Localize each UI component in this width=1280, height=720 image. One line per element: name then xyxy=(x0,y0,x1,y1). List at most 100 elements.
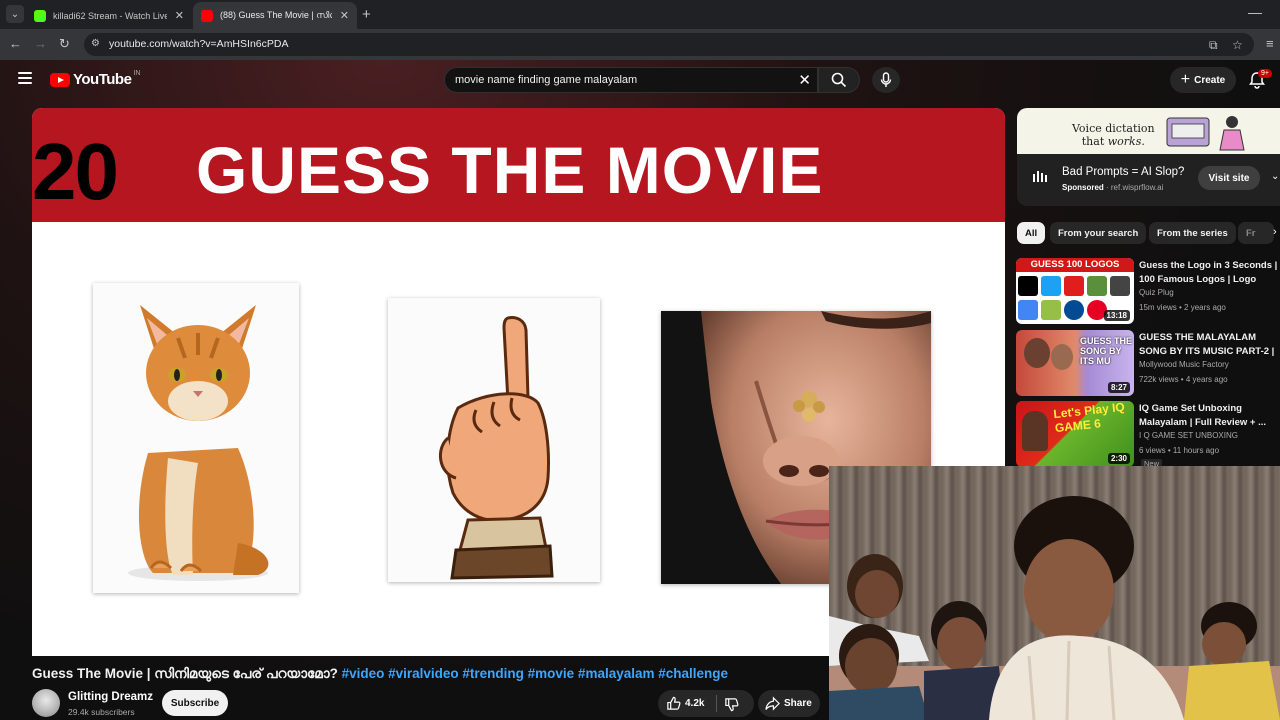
subscriber-count: 29.4k subscribers xyxy=(68,707,135,717)
video-hashtags[interactable]: #video #viralvideo #trending #movie #mal… xyxy=(342,666,728,681)
tab-killadi-stream[interactable]: killadi62 Stream - Watch Live o ✕ xyxy=(26,2,192,29)
recommendation-channel[interactable]: Mollywood Music Factory xyxy=(1139,360,1229,369)
recommendation-meta: 6 views • 11 hours ago xyxy=(1139,446,1220,455)
browser-toolbar: ← → ↻ ⚙ youtube.com/watch?v=AmHSIn6cPDA … xyxy=(0,29,1280,60)
address-url[interactable]: youtube.com/watch?v=AmHSIn6cPDA xyxy=(109,38,288,50)
create-button[interactable]: + Create xyxy=(1170,67,1236,93)
person-image xyxy=(1022,411,1048,451)
video-duration: 13:18 xyxy=(1103,310,1130,321)
ad-banner: Voice dictation that works. xyxy=(1017,108,1280,154)
install-app-icon[interactable]: ⧉ xyxy=(1209,38,1218,53)
share-label: Share xyxy=(784,698,812,709)
dislike-button[interactable] xyxy=(724,697,739,715)
like-count: 4.2k xyxy=(685,698,705,709)
thumb-text: GUESS 100 LOGOS xyxy=(1016,258,1134,272)
tab-label: killadi62 Stream - Watch Live o xyxy=(53,10,167,21)
kick-favicon-icon xyxy=(34,9,46,22)
recommendation-meta: 722k views • 4 years ago xyxy=(1139,375,1228,384)
recommendation-title[interactable]: Guess the Logo in 3 Seconds | 100 Famous… xyxy=(1139,259,1280,287)
forward-arrow-icon[interactable]: → xyxy=(34,36,47,51)
chip-from-your-search[interactable]: From your search xyxy=(1050,222,1147,244)
divider xyxy=(716,695,717,712)
recommendation-item[interactable]: Let's Play IQ GAME 6 2:30 IQ Game Set Un… xyxy=(1016,401,1280,468)
chevron-right-icon[interactable]: › xyxy=(1273,226,1277,238)
like-dislike-group: 4.2k xyxy=(658,690,754,717)
ad-domain: ref.wisprflow.ai xyxy=(1110,183,1164,192)
chip-from-the-series[interactable]: From the series xyxy=(1149,222,1236,244)
logo-tile xyxy=(1110,276,1130,296)
logo-tile xyxy=(1064,276,1084,296)
logo-tile xyxy=(1087,276,1107,296)
thumbs-down-icon xyxy=(725,698,739,712)
ad-title[interactable]: Bad Prompts = AI Slop? xyxy=(1062,166,1184,178)
cat-image xyxy=(93,283,299,593)
video-banner: 20 GUESS THE MOVIE xyxy=(32,108,1005,222)
ad-slogan: Voice dictation that works. xyxy=(1072,122,1155,148)
recommendation-item[interactable]: GUESS THE SONG BY ITS MU 8:27 GUESS THE … xyxy=(1016,330,1280,396)
close-icon[interactable]: ✕ xyxy=(340,9,349,22)
recommendation-title[interactable]: GUESS THE MALAYALAM SONG BY ITS MUSIC PA… xyxy=(1139,331,1280,359)
thumb-text: Let's Play IQ GAME 6 xyxy=(1052,401,1126,436)
site-info-icon[interactable]: ⚙ xyxy=(91,38,103,50)
ad-sponsor-line: Sponsored · ref.wisprflow.ai xyxy=(1062,183,1164,192)
recommendation-thumbnail[interactable]: Let's Play IQ GAME 6 2:30 xyxy=(1016,401,1134,467)
logo-tile xyxy=(1018,300,1038,320)
recommendation-item[interactable]: GUESS 100 LOGOS 13:18 Guess the Logo in … xyxy=(1016,258,1280,324)
ad-slogan-line1: Voice dictation xyxy=(1072,122,1155,135)
recommendation-meta: 15m views • 2 years ago xyxy=(1139,303,1226,312)
minimize-window-button[interactable]: — xyxy=(1248,4,1262,20)
plus-icon: + xyxy=(1180,71,1191,88)
search-input[interactable]: movie name finding game malayalam ✕ xyxy=(444,67,818,93)
banner-title: GUESS THE MOVIE xyxy=(196,133,824,207)
thumbs-up-icon xyxy=(667,696,681,710)
browser-tab-strip: ⌄ killadi62 Stream - Watch Live o ✕ (88)… xyxy=(0,0,1280,29)
new-tab-button[interactable]: + xyxy=(362,6,371,23)
recommendation-title[interactable]: IQ Game Set Unboxing Malayalam | Full Re… xyxy=(1139,402,1280,430)
video-duration: 2:30 xyxy=(1107,453,1130,464)
logo-tile xyxy=(1041,276,1061,296)
banner-number: 20 xyxy=(32,127,119,216)
video-title: Guess The Movie | സിനിമയുടെ പേര് പറയാമോ?… xyxy=(32,666,728,682)
logo-tile xyxy=(1041,300,1061,320)
recommendation-channel[interactable]: Quiz Plug xyxy=(1139,288,1174,297)
search-query[interactable]: movie name finding game malayalam xyxy=(455,74,637,86)
like-button[interactable] xyxy=(666,696,681,714)
finger-image xyxy=(388,298,600,582)
video-title-text: Guess The Movie | സിനിമയുടെ പേര് പറയാമോ? xyxy=(32,666,338,681)
youtube-play-icon xyxy=(50,72,70,87)
ad-slogan-emphasis: works. xyxy=(1107,135,1145,148)
back-arrow-icon[interactable]: ← xyxy=(9,36,22,51)
cat-illustration xyxy=(128,305,269,581)
reload-icon[interactable]: ↻ xyxy=(59,36,70,52)
chip-more[interactable]: Fr xyxy=(1238,222,1274,244)
chevron-down-icon[interactable]: ⌄ xyxy=(1271,171,1279,182)
visit-site-button[interactable]: Visit site xyxy=(1198,166,1260,190)
bookmark-star-icon[interactable]: ☆ xyxy=(1232,38,1243,52)
clear-search-icon[interactable]: ✕ xyxy=(798,71,811,89)
sponsored-ad-card[interactable]: Voice dictation that works. Bad Prompts … xyxy=(1017,108,1280,206)
person-face xyxy=(1051,344,1073,370)
tab-label: (88) Guess The Movie | സിനിമ xyxy=(220,10,332,20)
channel-avatar[interactable] xyxy=(32,689,60,717)
ad-slogan-line2: that xyxy=(1081,135,1108,148)
voice-search-button[interactable] xyxy=(872,67,900,93)
tab-guess-the-movie[interactable]: (88) Guess The Movie | സിനിമ ✕ xyxy=(193,2,357,29)
chip-all[interactable]: All xyxy=(1017,222,1046,244)
channel-name[interactable]: Glitting Dreamz xyxy=(68,691,153,703)
tab-search-button[interactable]: ⌄ xyxy=(6,5,24,23)
menu-icon[interactable]: ≡ xyxy=(1266,36,1274,51)
recommendation-thumbnail[interactable]: GUESS THE SONG BY ITS MU 8:27 xyxy=(1016,330,1134,396)
close-icon[interactable]: ✕ xyxy=(175,9,184,22)
guide-menu-icon[interactable] xyxy=(18,72,32,84)
youtube-logo[interactable]: YouTube IN xyxy=(50,70,140,88)
recommendation-thumbnail[interactable]: GUESS 100 LOGOS 13:18 xyxy=(1016,258,1134,324)
pointing-finger-illustration xyxy=(439,316,554,580)
recommendation-channel[interactable]: I Q GAME SET UNBOXING xyxy=(1139,431,1238,440)
create-label: Create xyxy=(1194,74,1226,86)
share-button[interactable]: Share xyxy=(758,690,820,717)
address-bar[interactable]: ⚙ youtube.com/watch?v=AmHSIn6cPDA ⧉ ☆ xyxy=(84,33,1254,56)
youtube-favicon-icon xyxy=(201,9,213,22)
subscribe-button[interactable]: Subscribe xyxy=(162,690,228,716)
search-button[interactable] xyxy=(818,67,860,93)
logo-tile xyxy=(1018,276,1038,296)
